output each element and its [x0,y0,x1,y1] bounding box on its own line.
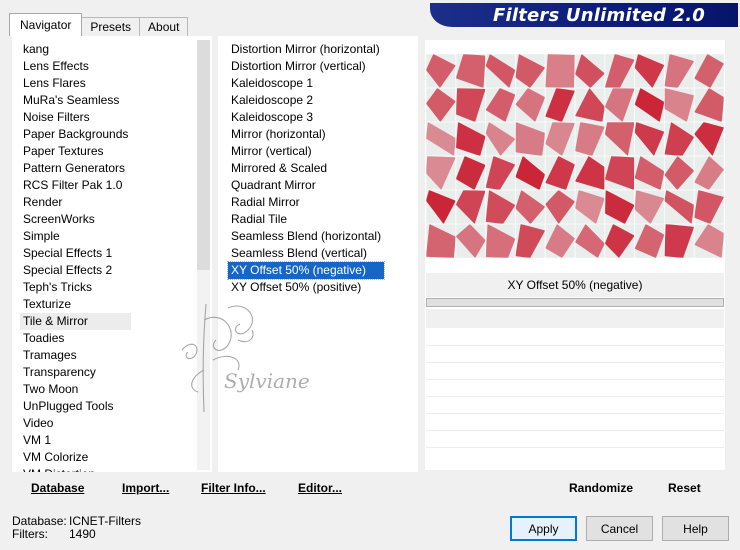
filter-items: Distortion Mirror (horizontal) Distortion… [226,41,386,296]
category-item[interactable]: Render [20,194,131,211]
preview-tile [545,54,575,88]
category-item[interactable]: Tile & Mirror [20,313,132,330]
help-button[interactable]: Help [662,516,729,541]
category-item[interactable]: VM Colorize [20,449,131,466]
filter-item[interactable]: XY Offset 50% (negative) [226,261,386,280]
filter-item[interactable]: Seamless Blend (vertical) [228,245,384,262]
filter-item[interactable]: XY Offset 50% (positive) [228,279,384,296]
category-item[interactable]: Special Effects 2 [20,262,131,279]
parameter-row-divider [426,345,724,346]
category-items: kang Lens Effects Lens Flares MuRa's Seamle… [20,41,132,472]
category-item[interactable]: Transparency [20,364,131,381]
category-item[interactable]: ScreenWorks [20,211,131,228]
category-item[interactable]: Noise Filters [20,109,131,126]
status-area: Database: ICNET-Filters Filters: 1490 [12,515,141,541]
category-item[interactable]: Pattern Generators [20,160,131,177]
filter-item[interactable]: Kaleidoscope 1 [228,75,384,92]
tab-navigator[interactable]: Navigator [9,13,83,36]
category-item[interactable]: MuRa's Seamless [20,92,131,109]
tab-presets[interactable]: Presets [81,17,141,36]
parameter-area [426,309,724,328]
tab-bar: Navigator Presets About [9,13,189,36]
category-item[interactable]: Lens Effects [20,58,131,75]
parameter-row-divider [426,430,724,431]
category-item[interactable]: Video [20,415,131,432]
category-item[interactable]: RCS Filter Pak 1.0 [20,177,131,194]
category-item[interactable]: Two Moon [20,381,131,398]
import-button[interactable]: Import... [122,481,169,495]
filter-item[interactable]: Kaleidoscope 3 [228,109,384,126]
filter-item[interactable]: Mirror (vertical) [228,143,384,160]
filter-item[interactable]: Distortion Mirror (horizontal) [228,41,384,58]
filters-label: Filters: [12,527,48,541]
category-item[interactable]: kang [20,41,131,58]
preview-image [426,54,724,258]
reset-button[interactable]: Reset [668,481,701,495]
filter-info-button[interactable]: Filter Info... [201,481,266,495]
filter-item[interactable]: Mirror (horizontal) [228,126,384,143]
category-item[interactable]: VM Distortion [20,466,131,472]
filter-item[interactable]: Mirrored & Scaled [228,160,384,177]
category-item[interactable]: VM 1 [20,432,131,449]
category-item[interactable]: Paper Textures [20,143,131,160]
randomize-button[interactable]: Randomize [569,481,633,495]
parameter-slider[interactable] [426,298,724,307]
category-item[interactable]: Simple [20,228,131,245]
category-item[interactable]: Special Effects 1 [20,245,131,262]
database-button[interactable]: Database [31,481,84,495]
parameter-row-divider [426,413,724,414]
category-item[interactable]: Toadies [20,330,131,347]
filter-item[interactable]: Distortion Mirror (vertical) [228,58,384,75]
category-item[interactable]: Teph's Tricks [20,279,131,296]
category-scrollbar-thumb[interactable] [197,40,210,270]
category-list[interactable]: kang Lens Effects Lens Flares MuRa's Seamle… [12,36,212,472]
tab-about[interactable]: About [139,17,189,36]
category-item[interactable]: UnPlugged Tools [20,398,131,415]
parameter-row-divider [426,379,724,380]
filters-count: 1490 [69,527,96,541]
filter-item[interactable]: Radial Mirror [228,194,384,211]
filters-unlimited-banner: Filters Unlimited 2.0 [430,3,738,27]
filter-item[interactable]: Radial Tile [228,211,384,228]
editor-button[interactable]: Editor... [298,481,342,495]
category-item[interactable]: Tramages [20,347,131,364]
category-item[interactable]: Paper Backgrounds [20,126,131,143]
parameter-row-divider [426,447,724,448]
banner-title: Filters Unlimited 2.0 [492,4,706,26]
preview-caption: XY Offset 50% (negative) [426,273,724,297]
parameter-row-divider [426,362,724,363]
cancel-button[interactable]: Cancel [586,516,653,541]
apply-button[interactable]: Apply [510,516,577,541]
parameter-row-divider [426,396,724,397]
filter-item[interactable]: Seamless Blend (horizontal) [228,228,384,245]
filter-item[interactable]: Kaleidoscope 2 [228,92,384,109]
filter-item[interactable]: Quadrant Mirror [228,177,384,194]
filter-list[interactable]: Distortion Mirror (horizontal) Distortion… [218,36,418,472]
category-item[interactable]: Texturize [20,296,131,313]
category-item[interactable]: Lens Flares [20,75,131,92]
